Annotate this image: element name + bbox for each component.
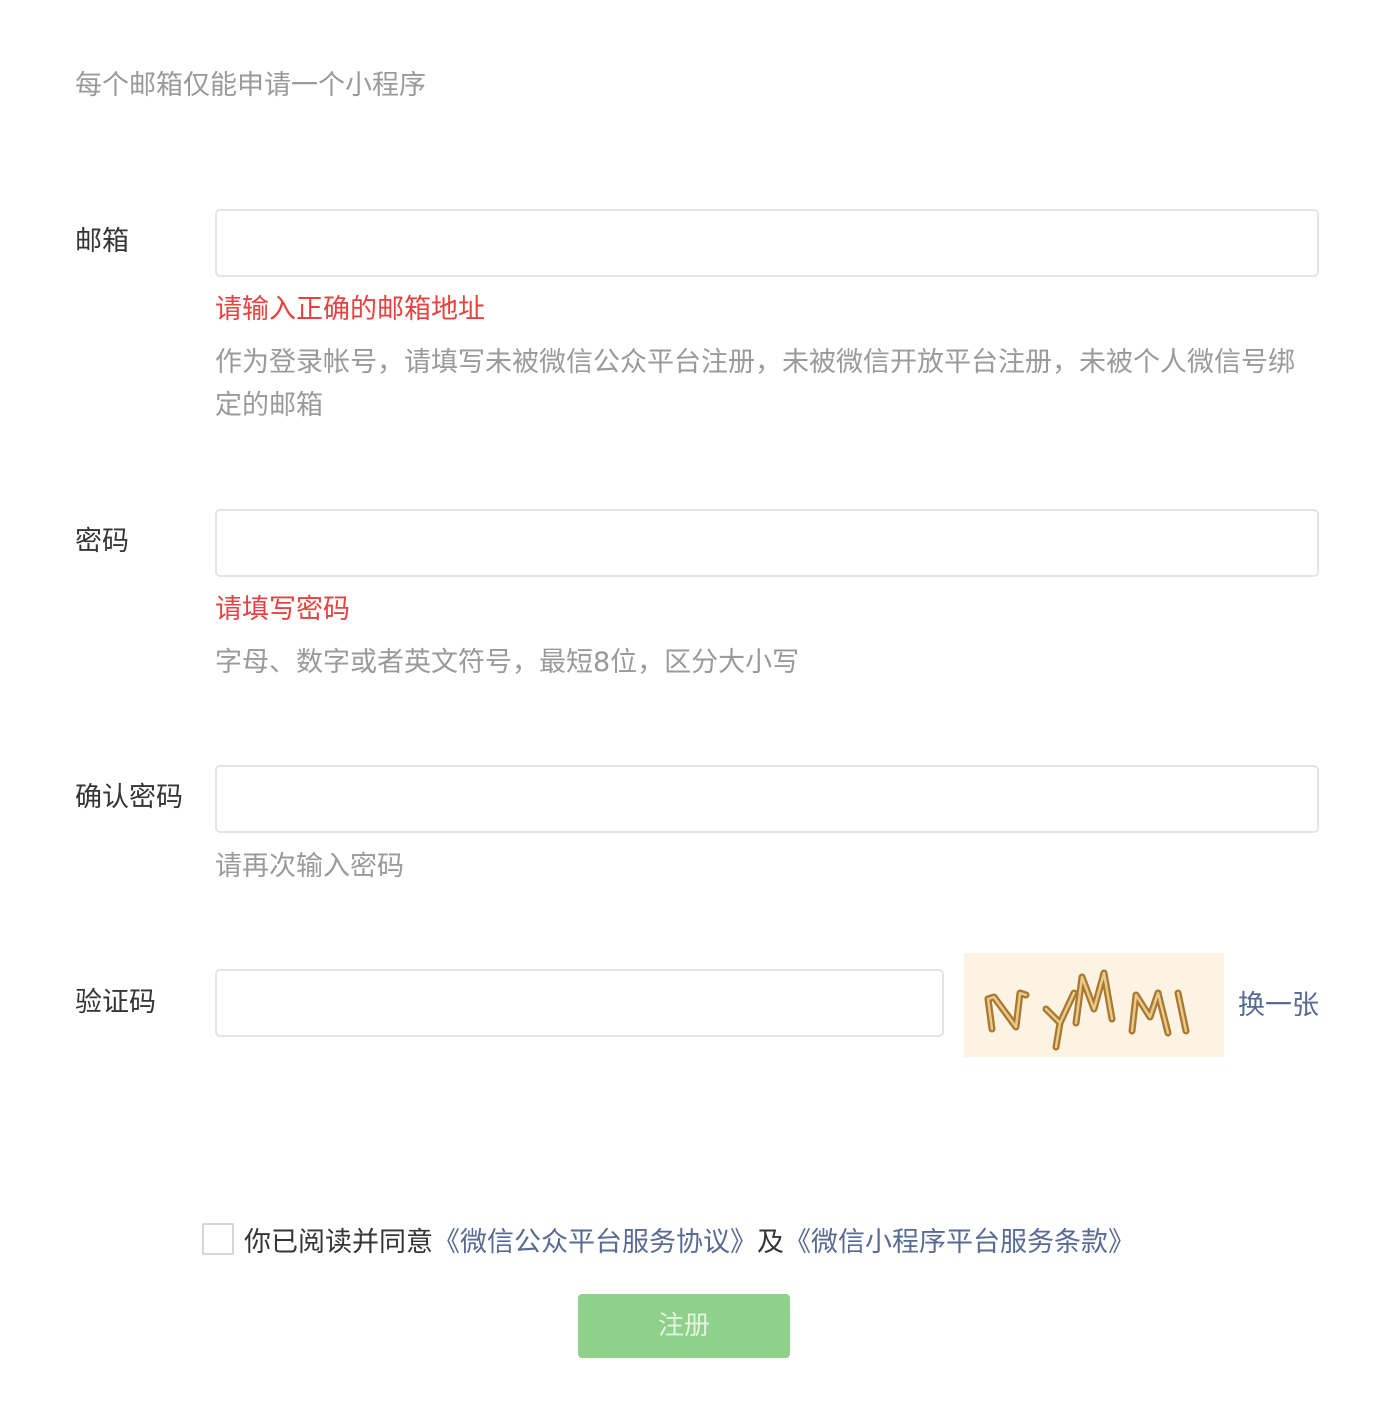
- confirm-password-label: 确认密码: [75, 782, 183, 813]
- email-tip: 作为登录帐号，请填写未被微信公众平台注册，未被微信开放平台注册，未被个人微信号绑…: [215, 347, 1295, 421]
- password-label: 密码: [75, 526, 129, 557]
- password-error: 请填写密码: [215, 594, 350, 625]
- agreement-checkbox[interactable]: [202, 1223, 234, 1255]
- notice-text: 每个邮箱仅能申请一个小程序: [75, 70, 426, 101]
- confirm-password-input[interactable]: [215, 765, 1319, 833]
- agreement-prefix: 你已阅读并同意: [244, 1226, 433, 1258]
- email-input[interactable]: [215, 209, 1319, 277]
- agreement-row: 你已阅读并同意 《微信公众平台服务协议》 及 《微信小程序平台服务条款》: [202, 1218, 1135, 1260]
- captcha-drawing: [984, 969, 1190, 1051]
- email-error: 请输入正确的邮箱地址: [215, 294, 485, 325]
- captcha-image[interactable]: [964, 953, 1224, 1057]
- miniprogram-terms-link[interactable]: 《微信小程序平台服务条款》: [784, 1220, 1135, 1259]
- email-label: 邮箱: [75, 226, 129, 257]
- captcha-input[interactable]: [215, 969, 944, 1037]
- agreement-conjunction: 及: [757, 1226, 784, 1258]
- register-button[interactable]: 注册: [578, 1294, 790, 1358]
- captcha-label: 验证码: [75, 987, 156, 1018]
- captcha-refresh-link[interactable]: 换一张: [1238, 986, 1319, 1026]
- confirm-password-tip: 请再次输入密码: [215, 851, 404, 882]
- password-tip: 字母、数字或者英文符号，最短8位，区分大小写: [215, 647, 800, 678]
- password-input[interactable]: [215, 509, 1319, 577]
- service-agreement-link[interactable]: 《微信公众平台服务协议》: [433, 1220, 757, 1259]
